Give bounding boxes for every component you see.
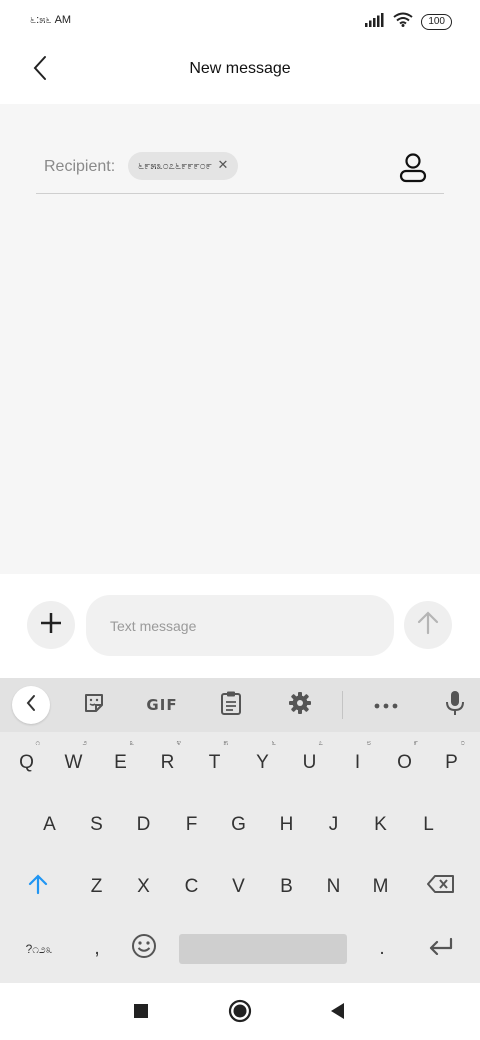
key-p[interactable]: P೦ xyxy=(428,732,475,794)
shift-key[interactable] xyxy=(14,856,62,918)
navigation-bar xyxy=(0,983,480,1040)
composer xyxy=(0,574,480,678)
nav-back-button[interactable] xyxy=(324,999,352,1027)
square-icon xyxy=(133,1003,149,1024)
collapse-toolbar-button[interactable] xyxy=(12,686,50,724)
recipient-label: Recipient: xyxy=(44,158,116,175)
key-g[interactable]: G xyxy=(215,794,262,856)
circle-icon xyxy=(228,999,252,1028)
recipient-row: Recipient: ೬೯೫೩೦೭೬೯೯೯೦೯ ✕ xyxy=(36,146,444,194)
key-row-3: Z X C V B N M xyxy=(0,856,480,918)
enter-icon xyxy=(428,937,454,961)
key-j[interactable]: J xyxy=(310,794,357,856)
message-input[interactable] xyxy=(86,595,394,656)
period-key[interactable]: . xyxy=(360,918,404,980)
sticker-icon xyxy=(82,691,106,720)
key-m[interactable]: M xyxy=(357,856,404,918)
wifi-icon xyxy=(393,12,413,32)
gear-icon xyxy=(288,691,312,720)
recipient-chip[interactable]: ೬೯೫೩೦೭೬೯೯೯೦೯ ✕ xyxy=(128,152,238,180)
key-v[interactable]: V xyxy=(215,856,262,918)
key-h[interactable]: H xyxy=(263,794,310,856)
add-contact-button[interactable] xyxy=(398,152,428,184)
more-horizontal-icon xyxy=(374,696,398,714)
plus-icon xyxy=(40,612,62,639)
shift-icon xyxy=(27,873,49,901)
key-d[interactable]: D xyxy=(120,794,167,856)
key-a[interactable]: A xyxy=(26,794,73,856)
emoji-key[interactable] xyxy=(122,918,166,980)
key-z[interactable]: Z xyxy=(73,856,120,918)
keyboard: GIF Q ೧ W ೨ E ೩ R ೪ T ೫ Y ೬ U ೭ I ೮ O ೯ … xyxy=(0,678,480,983)
key-l[interactable]: L xyxy=(405,794,452,856)
person-icon xyxy=(398,153,428,188)
status-bar: ೬:೫೬ AM 100 xyxy=(0,0,480,40)
key-e[interactable]: E೩ xyxy=(97,732,144,794)
key-row-4: ?೧೨೩ , . xyxy=(0,918,480,980)
home-button[interactable] xyxy=(226,999,254,1027)
key-w[interactable]: W೨ xyxy=(50,732,97,794)
key-x[interactable]: X xyxy=(120,856,167,918)
key-b[interactable]: B xyxy=(263,856,310,918)
add-attachment-button[interactable] xyxy=(27,601,75,649)
key-s[interactable]: S xyxy=(73,794,120,856)
arrow-up-icon xyxy=(417,610,439,640)
clipboard-icon xyxy=(220,690,242,721)
symbols-key[interactable]: ?೧೨೩ xyxy=(14,918,64,980)
spacebar[interactable] xyxy=(179,934,347,964)
close-icon[interactable]: ✕ xyxy=(216,157,230,172)
key-r[interactable]: R೪ xyxy=(144,732,191,794)
microphone-icon xyxy=(445,690,465,721)
send-button[interactable] xyxy=(404,601,452,649)
key-f[interactable]: F xyxy=(168,794,215,856)
key-n[interactable]: N xyxy=(310,856,357,918)
header: New message xyxy=(0,40,480,104)
emoji-icon xyxy=(131,933,157,965)
key-y[interactable]: Y೬ xyxy=(239,732,286,794)
sticker-button[interactable] xyxy=(76,686,112,724)
page-title: New message xyxy=(189,60,291,77)
backspace-icon xyxy=(427,874,455,900)
enter-key[interactable] xyxy=(418,918,464,980)
voice-input-button[interactable] xyxy=(438,686,472,724)
recipient-chip-text: ೬೯೫೩೦೭೬೯೯೯೦೯ xyxy=(138,159,212,172)
battery-indicator: 100 xyxy=(421,14,452,30)
signal-icon xyxy=(365,12,385,32)
settings-button[interactable] xyxy=(282,686,318,724)
gif-button[interactable]: GIF xyxy=(140,686,184,724)
clipboard-button[interactable] xyxy=(213,686,249,724)
backspace-key[interactable] xyxy=(416,856,466,918)
triangle-back-icon xyxy=(329,1002,347,1025)
gif-label: GIF xyxy=(146,696,178,714)
message-content-area: Recipient: ೬೯೫೩೦೭೬೯೯೯೦೯ ✕ xyxy=(0,104,480,574)
key-row-2: A S D F G H J K L xyxy=(0,794,480,856)
more-button[interactable] xyxy=(368,686,404,724)
key-k[interactable]: K xyxy=(357,794,404,856)
recents-button[interactable] xyxy=(127,999,155,1027)
comma-key[interactable]: , xyxy=(75,918,119,980)
status-time: ೬:೫೬ AM xyxy=(30,14,72,26)
key-u[interactable]: U೭ xyxy=(286,732,333,794)
key-i[interactable]: I೮ xyxy=(334,732,381,794)
status-icons: 100 xyxy=(365,12,452,32)
key-t[interactable]: T೫ xyxy=(191,732,238,794)
toolbar-divider xyxy=(342,691,343,719)
key-q[interactable]: Q೧ xyxy=(3,732,50,794)
key-row-1: Q೧ W೨ E೩ R೪ T೫ Y೬ U೭ I೮ O೯ P೦ xyxy=(0,732,480,794)
chevron-left-icon xyxy=(25,694,37,717)
keyboard-toolbar: GIF xyxy=(0,678,480,732)
key-o[interactable]: O೯ xyxy=(381,732,428,794)
key-c[interactable]: C xyxy=(168,856,215,918)
